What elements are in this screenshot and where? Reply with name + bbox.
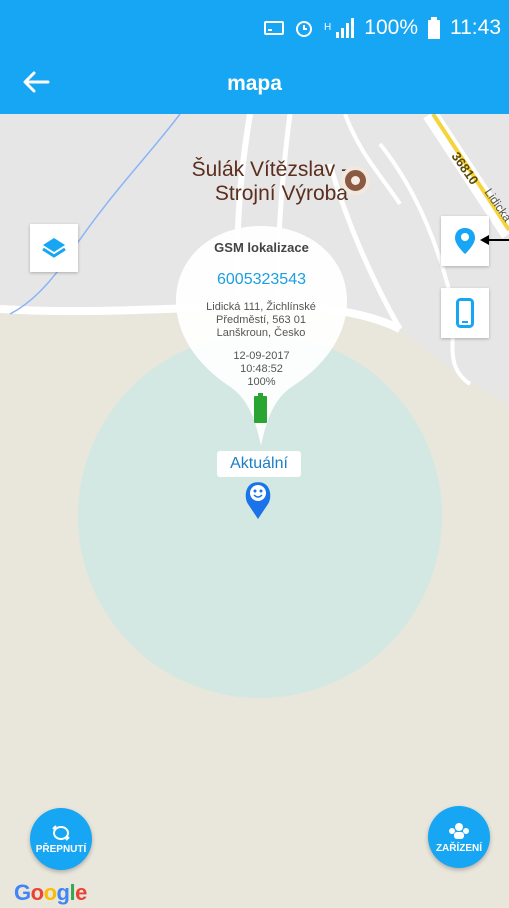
google-logo: Google xyxy=(14,880,87,905)
layers-button[interactable] xyxy=(30,224,78,272)
clock: 11:43 xyxy=(450,16,501,39)
current-position-label: Aktuální xyxy=(217,451,301,477)
pointer-arrow-icon xyxy=(480,235,509,245)
signal-icon: H xyxy=(324,18,355,38)
app-bar: mapa xyxy=(0,54,509,114)
devices-label: ZAŘÍZENÍ xyxy=(435,842,483,854)
poi-label: Šulák Vítězslav - Strojní Výroba xyxy=(191,158,348,205)
info-time: 10:48:52 xyxy=(240,363,283,375)
devices-icon xyxy=(449,822,469,839)
battery-percent: 100% xyxy=(364,16,418,39)
info-date: 12-09-2017 xyxy=(233,350,290,362)
svg-text:H: H xyxy=(324,22,331,33)
info-phone[interactable]: 6005323543 xyxy=(174,271,349,289)
status-icons: H 100% 11:43 xyxy=(264,16,501,40)
switch-icon xyxy=(52,824,70,841)
current-position-marker-icon[interactable] xyxy=(244,480,272,520)
info-window: GSM lokalizace 6005323543 Lidická 111, Ž… xyxy=(174,232,349,389)
info-battery: 100% xyxy=(247,376,276,388)
info-address: Lidická 111, Žichlínské Předměstí, 563 0… xyxy=(206,301,316,339)
info-title: GSM lokalizace xyxy=(214,240,309,255)
status-bar: H 100% 11:43 xyxy=(0,0,509,54)
switch-label: PŘEPNUTÍ xyxy=(35,843,87,855)
devices-button[interactable]: ZAŘÍZENÍ xyxy=(428,806,490,868)
cast-icon xyxy=(264,21,285,35)
info-meta: 12-09-2017 10:48:52 100% xyxy=(174,350,349,389)
location-pin-icon xyxy=(455,228,475,254)
page-title: mapa xyxy=(227,72,282,95)
poi-marker-icon[interactable] xyxy=(341,166,370,195)
phone-icon xyxy=(456,298,474,328)
device-location-button[interactable] xyxy=(441,288,489,338)
switch-button[interactable]: PŘEPNUTÍ xyxy=(30,808,92,870)
layers-icon xyxy=(42,238,66,258)
battery-level-icon xyxy=(254,393,267,423)
battery-icon xyxy=(428,17,440,39)
alarm-icon xyxy=(296,21,313,37)
map-view[interactable]: 36810 Lidická Šulák Vítězslav - Strojní … xyxy=(0,114,509,908)
